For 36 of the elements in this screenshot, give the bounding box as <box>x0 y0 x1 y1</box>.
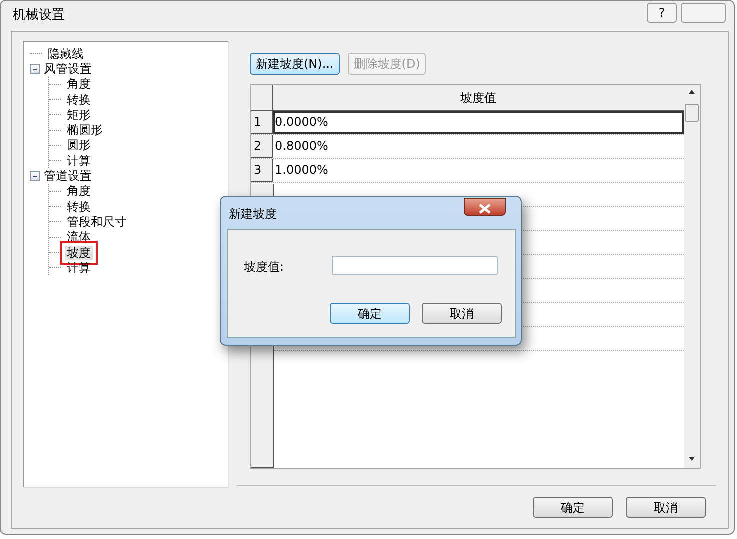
tree-item[interactable]: 椭圆形 <box>65 123 105 138</box>
close-icon <box>478 204 492 214</box>
tree-item[interactable]: 管段和尺寸 <box>65 214 129 229</box>
tree-item[interactable]: 隐藏线 <box>46 46 86 61</box>
cancel-button[interactable]: 取消 <box>626 497 706 518</box>
tree-item[interactable]: 转换 <box>65 200 93 214</box>
tree-item[interactable]: 转换 <box>65 92 93 107</box>
tree-item[interactable]: 角度 <box>65 77 93 92</box>
window-title: 机械设置 <box>13 7 65 26</box>
dialog-title: 新建坡度 <box>229 206 277 223</box>
row-number: 1 <box>251 111 273 134</box>
help-button[interactable]: ? <box>647 3 677 23</box>
table-cell[interactable]: 0.8000% <box>273 135 684 158</box>
slope-input[interactable] <box>332 256 498 275</box>
cancel-button[interactable]: 取消 <box>422 303 502 324</box>
field-label: 坡度值: <box>244 259 284 276</box>
table-cell[interactable]: 1.0000% <box>273 159 684 182</box>
ok-button[interactable]: 确定 <box>533 497 613 518</box>
row-number: 2 <box>251 135 273 158</box>
ok-button[interactable]: 确定 <box>330 303 410 324</box>
collapse-toggle[interactable] <box>30 171 40 182</box>
tree-item[interactable]: 风管设置 <box>42 62 94 76</box>
tree-item[interactable]: 计算 <box>65 154 93 168</box>
tree-item[interactable]: 坡度 <box>65 246 93 260</box>
column-header: 坡度值 <box>460 90 498 107</box>
new-button[interactable]: 新建坡度(N)... <box>250 53 340 75</box>
scrollbar[interactable] <box>684 85 700 468</box>
tree-item[interactable]: 圆形 <box>65 138 93 152</box>
tree-item[interactable]: 管道设置 <box>42 169 94 184</box>
tree-item[interactable]: 角度 <box>65 184 93 198</box>
collapse-toggle[interactable] <box>30 64 40 74</box>
scroll-thumb[interactable] <box>685 104 699 122</box>
tree-item[interactable]: 矩形 <box>65 108 93 122</box>
tree-item[interactable]: 计算 <box>65 260 93 275</box>
table-cell[interactable]: 0.0000% <box>273 111 684 134</box>
row-number: 3 <box>251 159 273 182</box>
